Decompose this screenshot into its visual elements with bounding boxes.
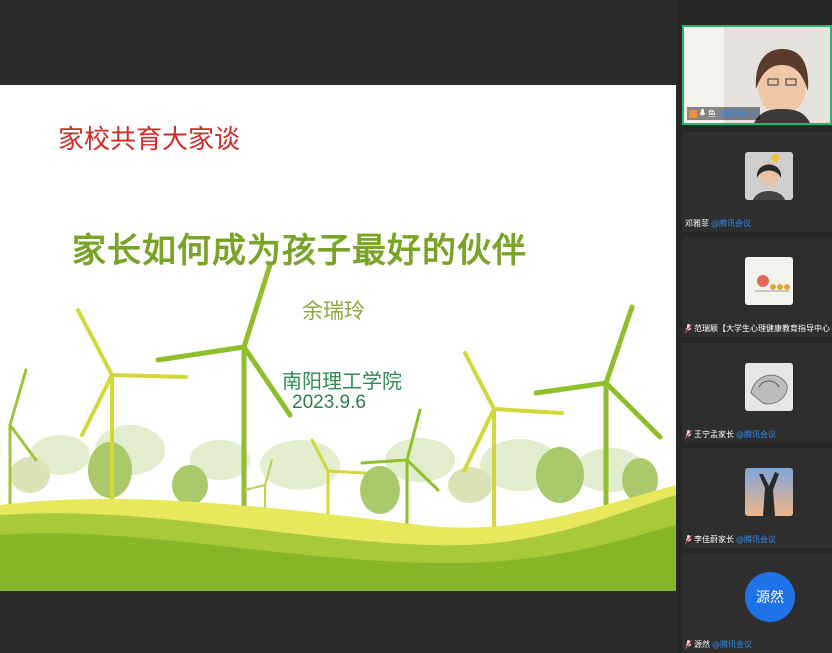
slide-header: 家校共育大家谈	[58, 125, 241, 155]
participant-sidebar: 鱼 @腾讯会议 邓雅菲 @腾讯会议 范瑞颖【大学生心理健康教育指导中心 王宁孟家…	[677, 0, 832, 653]
participant-tile[interactable]: 王宁孟家长 @腾讯会议	[682, 343, 832, 443]
participant-label: 范瑞颖【大学生心理健康教育指导中心	[685, 323, 830, 334]
avatar-initials: 源然	[745, 572, 795, 622]
participant-tag: @腾讯会议	[711, 219, 751, 228]
participant-tag: @腾讯会议	[712, 640, 752, 649]
shared-screen-area: 家校共育大家谈 家长如何成为孩子最好的伙伴 余瑞玲 南阳理工学院 2023.9.…	[0, 0, 676, 653]
slide-author: 余瑞玲	[302, 299, 365, 323]
participant-tag: @腾讯会议	[718, 109, 758, 118]
avatar	[745, 152, 793, 200]
participant-label: 源然 @腾讯会议	[685, 639, 752, 650]
participant-name: 邓雅菲	[685, 219, 709, 228]
microphone-muted-icon	[685, 324, 692, 333]
participant-name: 源然	[694, 640, 710, 649]
participant-name: 鱼	[708, 109, 716, 118]
microphone-icon	[699, 109, 706, 116]
participant-label: 王宁孟家长 @腾讯会议	[685, 429, 776, 440]
participant-label: 邓雅菲 @腾讯会议	[685, 218, 751, 229]
slide-date: 2023.9.6	[292, 392, 366, 413]
microphone-muted-icon	[685, 535, 692, 544]
avatar	[745, 257, 793, 305]
participant-label: 李佳蔚家长 @腾讯会议	[685, 534, 776, 545]
participant-tile-active[interactable]: 鱼 @腾讯会议	[682, 25, 832, 125]
participant-name: 范瑞颖【大学生心理健康教育指导中心	[694, 324, 830, 333]
participant-tile[interactable]: 李佳蔚家长 @腾讯会议	[682, 448, 832, 548]
participant-tag: @腾讯会议	[736, 430, 776, 439]
participant-tile[interactable]: 邓雅菲 @腾讯会议	[682, 132, 832, 232]
participant-label: 鱼 @腾讯会议	[687, 107, 760, 120]
participant-name: 李佳蔚家长	[694, 535, 734, 544]
slide-organization: 南阳理工学院	[282, 369, 402, 393]
slide-title: 家长如何成为孩子最好的伙伴	[72, 231, 527, 271]
participant-tile[interactable]: 范瑞颖【大学生心理健康教育指导中心	[682, 237, 832, 337]
participant-tag: @腾讯会议	[736, 535, 776, 544]
presentation-slide: 家校共育大家谈 家长如何成为孩子最好的伙伴 余瑞玲 南阳理工学院 2023.9.…	[0, 85, 676, 591]
avatar	[745, 363, 793, 411]
microphone-muted-icon	[685, 640, 692, 649]
participant-name: 王宁孟家长	[694, 430, 734, 439]
avatar	[745, 468, 793, 516]
microphone-muted-icon	[685, 430, 692, 439]
host-badge-icon	[689, 109, 697, 118]
wind-turbine-landscape	[0, 262, 676, 591]
participant-tile[interactable]: 源然 源然 @腾讯会议	[682, 553, 832, 653]
